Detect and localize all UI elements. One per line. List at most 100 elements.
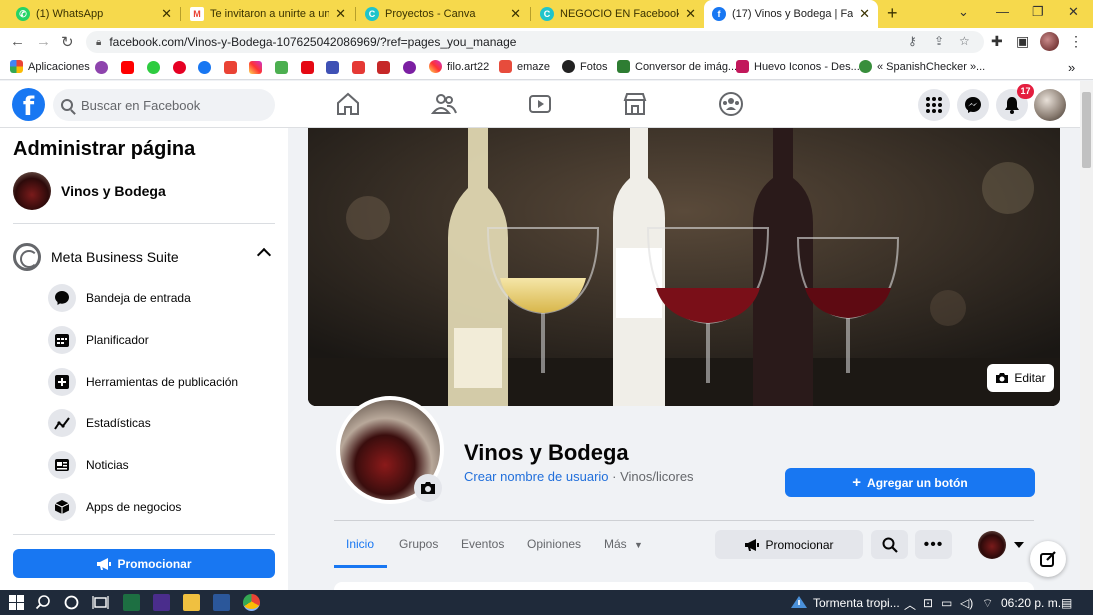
sidebar-item-inbox[interactable]: Bandeja de entrada [48, 283, 276, 313]
search-icon[interactable] [35, 594, 52, 611]
close-tab-icon[interactable]: ✕ [335, 6, 346, 22]
bookmark-icon[interactable] [326, 61, 339, 74]
onenote-icon[interactable] [153, 594, 170, 611]
marketplace-icon[interactable] [622, 91, 648, 117]
bookmark-fotos[interactable]: Fotos [562, 60, 608, 73]
cortana-icon[interactable] [63, 594, 80, 611]
clock-time[interactable]: 06:20 p. m. [1001, 596, 1061, 610]
tab-gmail[interactable]: M Te invitaron a unirte a un equ ✕ [182, 0, 354, 28]
fb-search-input[interactable] [81, 97, 261, 113]
pinterest-icon[interactable] [173, 61, 186, 74]
tab-eventos[interactable]: Eventos [461, 537, 504, 551]
messenger-icon[interactable] [957, 89, 989, 121]
bookmark-apps[interactable]: Aplicaciones [10, 60, 90, 73]
close-tab-icon[interactable]: ✕ [859, 6, 870, 22]
address-bar[interactable]: 🔒︎ facebook.com/Vinos-y-Bodega-107625042… [86, 31, 984, 53]
task-view-icon[interactable] [92, 594, 109, 611]
close-window-button[interactable]: ✕ [1068, 4, 1079, 20]
restore-button[interactable]: ❐ [1032, 4, 1044, 20]
word-icon[interactable] [213, 594, 230, 611]
bookmark-icon[interactable] [352, 61, 365, 74]
tab-canva-projects[interactable]: C Proyectos - Canva ✕ [357, 0, 529, 28]
instagram-icon[interactable] [249, 61, 262, 74]
tab-facebook-active[interactable]: f (17) Vinos y Bodega | Facebo ✕ [704, 0, 878, 28]
wifi-icon[interactable]: ⌔ [982, 596, 993, 611]
bookmark-emaze[interactable]: emaze [499, 60, 550, 73]
friends-icon[interactable] [430, 91, 457, 117]
bookmarks-overflow-icon[interactable]: » [1068, 60, 1075, 75]
bookmark-conversor[interactable]: Conversor de imág... [617, 60, 737, 73]
forward-icon[interactable]: → [36, 33, 51, 50]
excel-icon[interactable] [123, 594, 140, 611]
key-icon[interactable]: ⚷ [908, 34, 917, 48]
fb-search-box[interactable] [53, 89, 275, 121]
menu-grid-icon[interactable] [918, 89, 950, 121]
bookmark-star-icon[interactable]: ☆ [959, 34, 970, 48]
menu-kebab-icon[interactable]: ⋮ [1069, 33, 1083, 50]
close-tab-icon[interactable]: ✕ [685, 6, 696, 22]
youtube-icon[interactable] [121, 61, 134, 74]
back-icon[interactable]: ← [10, 33, 25, 50]
tab-mas[interactable]: Más ▼ [604, 537, 643, 551]
groups-icon[interactable] [718, 91, 744, 117]
add-button-cta[interactable]: + Agregar un botón [785, 468, 1035, 497]
caret-down-icon[interactable] [1014, 542, 1024, 548]
chrome-icon[interactable] [243, 594, 260, 611]
battery-icon[interactable]: ▭ [941, 596, 952, 610]
facebook-logo-icon[interactable]: f [12, 88, 45, 121]
netflix-icon[interactable] [301, 61, 314, 74]
chevron-up-icon[interactable]: ︿ [904, 596, 916, 613]
watch-icon[interactable] [527, 91, 553, 117]
bookmark-icon[interactable] [377, 61, 390, 74]
promote-button[interactable]: Promocionar [715, 530, 863, 559]
bookmark-icon[interactable] [403, 61, 416, 74]
tab-inicio[interactable]: Inicio [346, 537, 374, 551]
file-explorer-icon[interactable] [183, 594, 200, 611]
sidebar-item-insights[interactable]: Estadísticas [48, 408, 276, 438]
sidebar-promote-button[interactable]: Promocionar [13, 549, 275, 578]
volume-icon[interactable]: ◁) [960, 596, 973, 610]
bookmark-icon[interactable] [147, 61, 160, 74]
sidebar-item-publishing-tools[interactable]: Herramientas de publicación [48, 367, 276, 397]
bookmark-huevo[interactable]: Huevo Iconos - Des... [736, 60, 860, 73]
edit-cover-button[interactable]: Editar [987, 364, 1054, 392]
windows-start-icon[interactable] [8, 594, 25, 611]
bookmark-icon[interactable] [95, 61, 108, 74]
minimize-button[interactable]: — [996, 4, 1009, 19]
sidebar-item-business-apps[interactable]: Apps de negocios [48, 492, 276, 522]
reload-icon[interactable]: ↻ [61, 33, 74, 51]
page-search-button[interactable] [871, 530, 908, 559]
lock-icon[interactable]: 🔒︎ [96, 37, 101, 48]
camera-icon[interactable] [414, 474, 442, 502]
facebook-icon[interactable] [198, 61, 211, 74]
bookmark-spanishchecker[interactable]: « SpanishChecker »... [859, 60, 985, 73]
tab-canva-negocio[interactable]: C NEGOCIO EN Facebook, insta ✕ [532, 0, 704, 28]
new-message-compose-button[interactable] [1030, 541, 1066, 577]
tab-grupos[interactable]: Grupos [399, 537, 438, 551]
sidebar-item-planner[interactable]: Planificador [48, 325, 276, 355]
notification-center-icon[interactable]: ▤ [1061, 596, 1072, 610]
gmail-icon[interactable] [224, 61, 237, 74]
create-username-link[interactable]: Crear nombre de usuario [464, 469, 609, 484]
reading-list-icon[interactable]: ▣ [1016, 33, 1029, 50]
sidebar-item-news[interactable]: Noticias [48, 450, 276, 480]
network-icon[interactable]: ⊡ [923, 596, 933, 610]
tab-whatsapp[interactable]: ✆ (1) WhatsApp ✕ [8, 0, 180, 28]
share-icon[interactable]: ⇪ [934, 34, 944, 48]
new-tab-button[interactable]: + [887, 3, 898, 24]
account-avatar[interactable] [1034, 89, 1066, 121]
meta-business-suite-header[interactable]: Meta Business Suite [13, 242, 275, 272]
scrollbar-thumb[interactable] [1082, 92, 1091, 168]
close-tab-icon[interactable]: ✕ [161, 6, 172, 22]
more-options-button[interactable]: ••• [915, 530, 952, 559]
sidebar-page-link[interactable]: Vinos y Bodega [13, 172, 166, 210]
chevron-up-icon[interactable] [256, 247, 272, 263]
tab-search-icon[interactable]: ⌄ [958, 4, 969, 20]
bookmark-icon[interactable] [275, 61, 288, 74]
extensions-icon[interactable]: ✚ [991, 33, 1003, 50]
tab-opiniones[interactable]: Opiniones [527, 537, 581, 551]
weather-text[interactable]: Tormenta tropi... [813, 596, 900, 610]
acting-as-avatar[interactable] [978, 531, 1006, 559]
close-tab-icon[interactable]: ✕ [510, 6, 521, 22]
browser-profile-avatar[interactable] [1040, 32, 1059, 51]
